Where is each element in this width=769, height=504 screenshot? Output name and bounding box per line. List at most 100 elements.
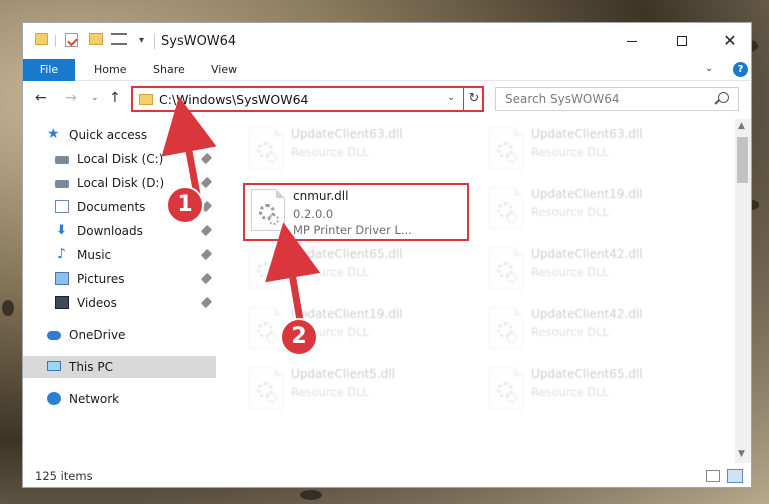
up-arrow-icon[interactable]: ↑ (109, 90, 121, 106)
sidebar-item-label: Local Disk (D:) (77, 176, 165, 190)
address-path[interactable]: C:\Windows\SysWOW64 (159, 92, 308, 107)
tab-share[interactable]: Share (153, 59, 185, 81)
divider (55, 35, 56, 47)
sidebar-item-pictures[interactable]: Pictures (23, 268, 216, 290)
navigation-pane: ★ Quick access Local Disk (C:) Local Dis… (23, 119, 216, 459)
forward-arrow-icon[interactable]: → (65, 90, 77, 106)
customize-toolbar-icon[interactable]: ▾ (139, 35, 144, 46)
file-list: UpdateClient63.dll Resource DLL UpdateCl… (229, 119, 735, 463)
file-tile[interactable]: UpdateClient42.dll Resource DLL (479, 301, 705, 359)
back-arrow-icon[interactable]: ← (35, 90, 47, 106)
pin-icon[interactable] (200, 152, 213, 165)
help-icon[interactable]: ? (733, 62, 748, 77)
pin-icon[interactable] (200, 176, 213, 189)
tab-home[interactable]: Home (94, 59, 126, 81)
search-input[interactable]: Search SysWOW64 (495, 87, 739, 111)
minimize-button[interactable] (609, 23, 655, 59)
file-name: UpdateClient42.dll (531, 307, 643, 321)
address-bar[interactable]: C:\Windows\SysWOW64 ⌄ ↻ (131, 86, 484, 112)
computer-icon (47, 361, 61, 371)
explorer-window: ▾ SysWOW64 ✕ File Home Share View ⌄ ? ← … (22, 22, 752, 488)
music-icon: ♪ (57, 246, 66, 262)
file-tile[interactable]: UpdateClient5.dll Resource DLL (239, 361, 465, 419)
file-description: Resource DLL (531, 385, 610, 399)
file-name: cnmur.dll (293, 189, 349, 203)
maximize-button[interactable] (659, 23, 705, 59)
sidebar-item-label: Downloads (77, 224, 143, 238)
status-bar: 125 items (23, 465, 751, 487)
gear-icon (266, 152, 277, 163)
file-tile[interactable]: UpdateClient19.dll Resource DLL (479, 181, 705, 239)
dll-file-icon (249, 247, 283, 289)
file-description: Resource DLL (531, 145, 610, 159)
documents-icon (55, 200, 69, 213)
folder-icon[interactable] (35, 33, 48, 45)
file-tile[interactable]: UpdateClient19.dll Resource DLL (239, 301, 465, 359)
ribbon-tabs: File Home Share View ⌄ ? (23, 59, 751, 81)
pin-icon[interactable] (200, 272, 213, 285)
sidebar-item-local-disk-c[interactable]: Local Disk (C:) (23, 148, 216, 170)
tiles-view-icon[interactable] (727, 469, 743, 483)
tab-file[interactable]: File (23, 59, 75, 81)
dll-file-icon (489, 127, 523, 169)
gear-icon (506, 272, 517, 283)
sidebar-item-this-pc[interactable]: This PC (23, 356, 216, 378)
dll-file-icon (251, 189, 285, 231)
sidebar-item-label: Music (77, 248, 112, 262)
scrollbar-thumb[interactable] (737, 137, 748, 183)
sidebar-item-music[interactable]: ♪ Music (23, 244, 216, 266)
pin-icon[interactable] (200, 296, 213, 309)
title-bar: ▾ SysWOW64 ✕ (23, 23, 751, 59)
file-name: UpdateClient19.dll (531, 187, 643, 201)
dll-file-icon (249, 367, 283, 409)
pin-icon[interactable] (200, 224, 213, 237)
gear-icon (506, 212, 517, 223)
details-view-icon[interactable] (706, 470, 720, 482)
navigation-bar: ← → ⌄ ↑ C:\Windows\SysWOW64 ⌄ ↻ Search S… (23, 81, 751, 117)
network-icon (47, 392, 61, 405)
file-description: Resource DLL (531, 265, 610, 279)
file-tile[interactable]: UpdateClient63.dll Resource DLL (479, 121, 705, 179)
sidebar-item-network[interactable]: Network (23, 388, 216, 410)
dll-file-icon (489, 187, 523, 229)
pin-icon[interactable] (200, 248, 213, 261)
file-description: Resource DLL (531, 205, 610, 219)
sidebar-item-videos[interactable]: Videos (23, 292, 216, 314)
item-count: 125 items (35, 469, 93, 483)
file-name: UpdateClient63.dll (531, 127, 643, 141)
file-tile-selected[interactable]: cnmur.dll 0.2.0.0 MP Printer Driver L... (243, 183, 469, 241)
window-title: SysWOW64 (161, 34, 237, 49)
new-folder-icon[interactable] (89, 33, 103, 45)
sidebar-item-onedrive[interactable]: OneDrive (23, 324, 216, 346)
expand-ribbon-icon[interactable]: ⌄ (705, 63, 713, 74)
sidebar-item-label: Quick access (69, 128, 148, 142)
file-tile[interactable]: UpdateClient65.dll Resource DLL (479, 361, 705, 419)
sidebar-item-quick-access[interactable]: ★ Quick access (23, 124, 216, 146)
tab-view[interactable]: View (211, 59, 237, 81)
close-button[interactable]: ✕ (707, 23, 751, 59)
file-name: UpdateClient42.dll (531, 247, 643, 261)
chevron-down-icon[interactable]: ⌄ (447, 92, 455, 103)
file-tile[interactable]: UpdateClient42.dll Resource DLL (479, 241, 705, 299)
sidebar-item-label: This PC (69, 360, 113, 374)
star-icon: ★ (47, 126, 60, 142)
recent-locations-icon[interactable]: ⌄ (91, 93, 99, 103)
dll-file-icon (489, 307, 523, 349)
scroll-up-icon[interactable]: ▲ (738, 121, 745, 131)
search-icon[interactable] (718, 92, 729, 103)
file-tile[interactable]: UpdateClient65.dll Resource DLL (239, 241, 465, 299)
sidebar-item-label: OneDrive (69, 328, 126, 342)
dll-file-icon (489, 247, 523, 289)
sidebar-item-label: Documents (77, 200, 146, 214)
scroll-down-icon[interactable]: ▼ (738, 449, 745, 459)
view-icon[interactable] (111, 33, 127, 45)
step-2-badge: 2 (280, 318, 318, 356)
refresh-icon[interactable]: ↻ (463, 88, 484, 110)
file-tile[interactable]: UpdateClient63.dll Resource DLL (239, 121, 465, 179)
divider (154, 33, 155, 49)
sidebar-item-label: Local Disk (C:) (77, 152, 164, 166)
vertical-scrollbar[interactable]: ▲ ▼ (735, 119, 751, 463)
background-spot (2, 300, 14, 316)
gear-icon (506, 392, 517, 403)
properties-icon[interactable] (65, 33, 78, 47)
